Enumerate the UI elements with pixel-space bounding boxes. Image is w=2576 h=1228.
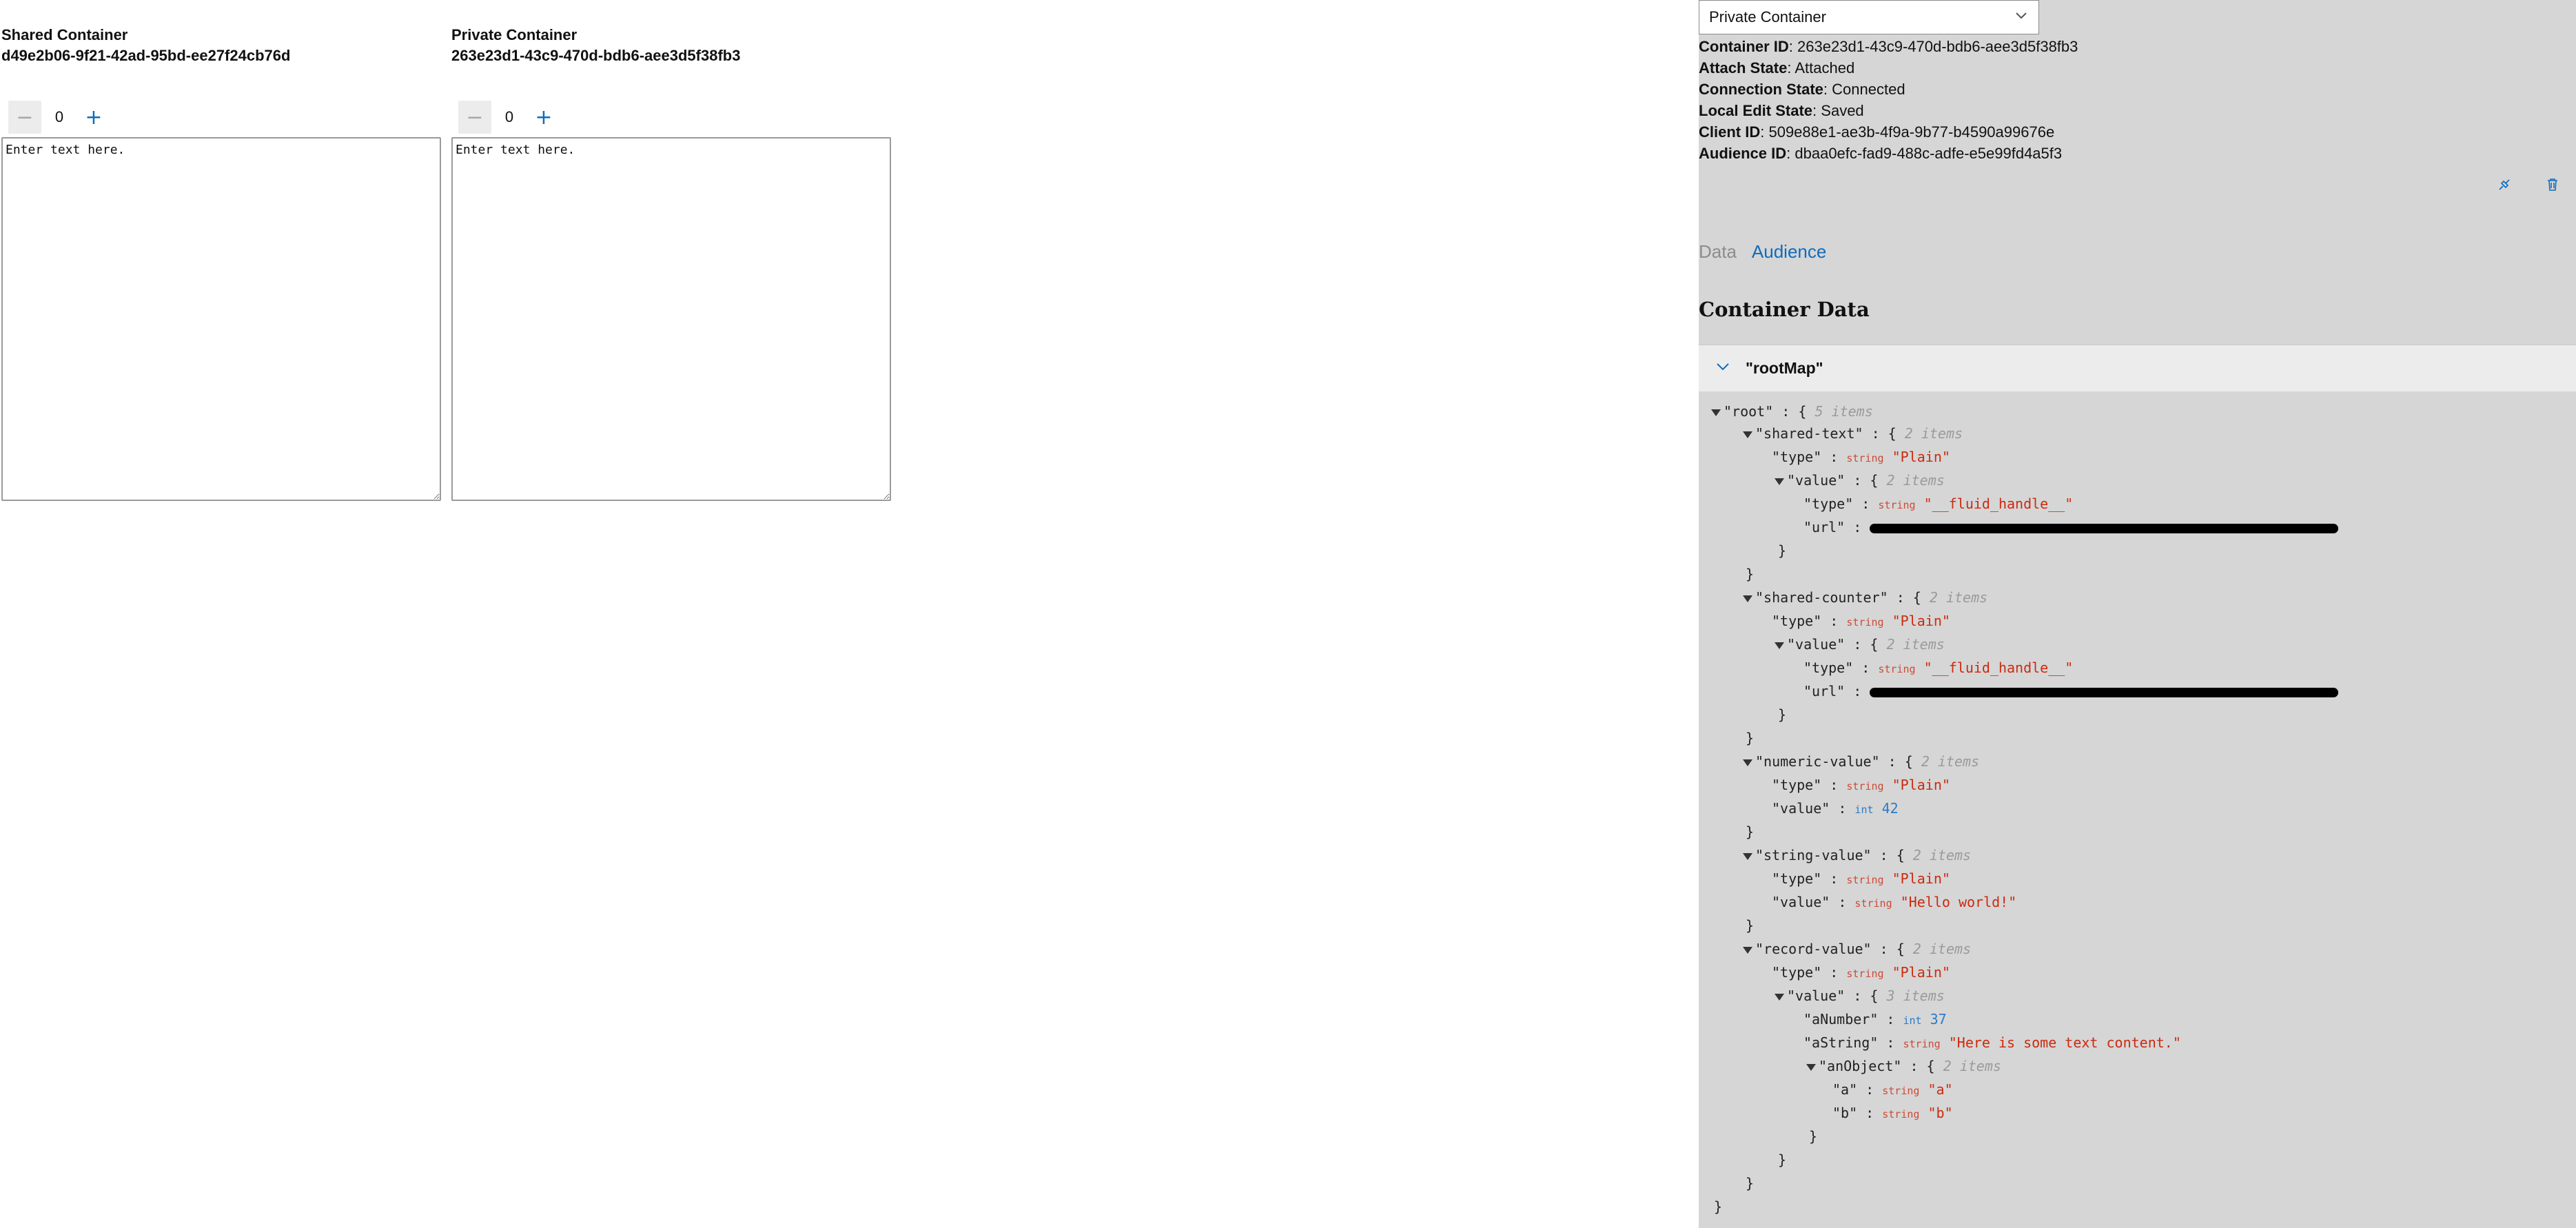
tree-close-brace: } bbox=[1778, 706, 1787, 723]
collapse-triangle-icon[interactable] bbox=[1775, 478, 1784, 485]
tree-close-brace: } bbox=[1746, 566, 1755, 582]
shared-increment-button[interactable]: + bbox=[77, 101, 110, 134]
client-id-value: 509e88e1-ae3b-4f9a-9b77-b4590a99676e bbox=[1768, 123, 2055, 141]
tree-leaf: "type" : string "Plain" bbox=[1772, 613, 1950, 629]
audience-id-value: dbaa0efc-fad9-488c-adfe-e5e99fd4a5f3 bbox=[1795, 145, 2063, 162]
tree-leaf: "a" : string "a" bbox=[1832, 1081, 1953, 1098]
shared-container-view: Shared Container d49e2b06-9f21-42ad-95bd… bbox=[1, 25, 442, 507]
tree-node-value: "value" : { 3 items bbox=[1775, 985, 1945, 1006]
collapse-triangle-icon[interactable] bbox=[1775, 642, 1784, 649]
disconnect-icon[interactable] bbox=[2495, 175, 2514, 194]
delete-icon[interactable] bbox=[2543, 175, 2562, 194]
private-text-editor[interactable] bbox=[451, 137, 891, 501]
section-title: Container Data bbox=[1699, 298, 1870, 321]
tree-node-value: "value" : { 2 items bbox=[1775, 634, 1945, 655]
tree-leaf: "type" : string "__fluid_handle__" bbox=[1803, 495, 2074, 512]
private-counter-value: 0 bbox=[504, 108, 514, 125]
info-row-local-edit-state: Local Edit State: Saved bbox=[1699, 102, 1864, 119]
tree-leaf: "value" : int 42 bbox=[1772, 800, 1899, 817]
tree-node-anobject: "anObject" : { 2 items bbox=[1806, 1056, 2001, 1076]
tree-leaf: "type" : string "Plain" bbox=[1772, 449, 1950, 465]
tab-data[interactable]: Data bbox=[1699, 241, 1737, 263]
connection-state-value: Connected bbox=[1832, 81, 1905, 98]
container-info: Container ID: 263e23d1-43c9-470d-bdb6-ae… bbox=[1699, 36, 2078, 164]
tree-leaf-url: "url" : bbox=[1803, 681, 2339, 702]
tree-close-brace: } bbox=[1809, 1128, 1818, 1145]
tree-close-brace: } bbox=[1746, 917, 1755, 934]
tree-leaf: "b" : string "b" bbox=[1832, 1105, 1953, 1121]
tree-node-record-value: "record-value" : { 2 items bbox=[1743, 939, 1971, 959]
tree-leaf: "type" : string "Plain" bbox=[1772, 870, 1950, 887]
tree-leaf: "aNumber" : int 37 bbox=[1803, 1011, 1947, 1027]
container-selector-dropdown[interactable]: Private Container bbox=[1699, 0, 2039, 34]
chevron-down-icon bbox=[1714, 359, 1735, 378]
local-edit-state-value: Saved bbox=[1821, 102, 1864, 119]
rootmap-accordion-header[interactable]: "rootMap" bbox=[1699, 345, 2576, 391]
info-row-client-id: Client ID: 509e88e1-ae3b-4f9a-9b77-b4590… bbox=[1699, 123, 2055, 141]
shared-counter-value: 0 bbox=[54, 108, 64, 125]
tree-leaf: "value" : string "Hello world!" bbox=[1772, 894, 2017, 910]
private-container-title: Private Container bbox=[451, 26, 577, 43]
tree-leaf: "type" : string "__fluid_handle__" bbox=[1803, 659, 2074, 676]
collapse-triangle-icon[interactable] bbox=[1743, 595, 1752, 602]
tree-close-brace: } bbox=[1746, 823, 1755, 840]
tree-leaf: "type" : string "Plain" bbox=[1772, 964, 1950, 981]
view-tabs: Data Audience bbox=[1699, 241, 1826, 263]
tree-node-numeric-value: "numeric-value" : { 2 items bbox=[1743, 751, 1979, 772]
private-counter-widget: − 0 + bbox=[458, 97, 560, 137]
devtools-panel: Private Container Container ID: 263e23d1… bbox=[1699, 0, 2576, 1228]
tree-node-value: "value" : { 2 items bbox=[1775, 470, 1945, 491]
shared-text-editor[interactable] bbox=[1, 137, 441, 501]
attach-state-value: Attached bbox=[1795, 59, 1855, 76]
collapse-triangle-icon[interactable] bbox=[1775, 993, 1784, 1001]
shared-container-id: d49e2b06-9f21-42ad-95bd-ee27f24cb76d bbox=[1, 47, 291, 64]
private-increment-button[interactable]: + bbox=[527, 101, 560, 134]
shared-container-title: Shared Container bbox=[1, 26, 128, 43]
redacted-url bbox=[1870, 687, 2339, 697]
tree-close-brace: } bbox=[1778, 542, 1787, 559]
tree-close-brace: } bbox=[1746, 1175, 1755, 1191]
private-container-view: Private Container 263e23d1-43c9-470d-bdb… bbox=[451, 25, 892, 507]
info-row-audience-id: Audience ID: dbaa0efc-fad9-488c-adfe-e5e… bbox=[1699, 145, 2063, 162]
shared-decrement-button[interactable]: − bbox=[8, 101, 41, 134]
container-actions bbox=[2495, 175, 2562, 194]
container-selector-value: Private Container bbox=[1709, 8, 1826, 25]
tree-close-brace: } bbox=[1746, 730, 1755, 746]
collapse-triangle-icon[interactable] bbox=[1743, 946, 1752, 954]
container-id-value: 263e23d1-43c9-470d-bdb6-aee3d5f38fb3 bbox=[1797, 38, 2078, 55]
tree-close-brace: } bbox=[1778, 1152, 1787, 1168]
tree-leaf-url: "url" : bbox=[1803, 517, 2339, 538]
tree-leaf: "aString" : string "Here is some text co… bbox=[1803, 1034, 2181, 1051]
tree-node-shared-counter: "shared-counter" : { 2 items bbox=[1743, 587, 1987, 608]
private-decrement-button[interactable]: − bbox=[458, 101, 491, 134]
private-container-id: 263e23d1-43c9-470d-bdb6-aee3d5f38fb3 bbox=[451, 47, 741, 64]
collapse-triangle-icon[interactable] bbox=[1743, 431, 1752, 438]
info-row-attach-state: Attach State: Attached bbox=[1699, 59, 1855, 76]
rootmap-label: "rootMap" bbox=[1746, 359, 1823, 377]
collapse-triangle-icon[interactable] bbox=[1711, 409, 1721, 416]
redacted-url bbox=[1870, 523, 2339, 533]
collapse-triangle-icon[interactable] bbox=[1743, 759, 1752, 766]
tree-node-root: "root" : { 5 items bbox=[1711, 401, 1873, 422]
chevron-down-icon bbox=[2014, 8, 2029, 27]
tree-node-shared-text: "shared-text" : { 2 items bbox=[1743, 423, 1963, 444]
info-row-container-id: Container ID: 263e23d1-43c9-470d-bdb6-ae… bbox=[1699, 38, 2078, 55]
tab-audience[interactable]: Audience bbox=[1752, 241, 1826, 263]
tree-close-brace: } bbox=[1714, 1198, 1723, 1215]
shared-counter-widget: − 0 + bbox=[8, 97, 110, 137]
collapse-triangle-icon[interactable] bbox=[1806, 1063, 1816, 1071]
collapse-triangle-icon[interactable] bbox=[1743, 852, 1752, 860]
tree-node-string-value: "string-value" : { 2 items bbox=[1743, 845, 1971, 866]
info-row-connection-state: Connection State: Connected bbox=[1699, 81, 1905, 98]
tree-leaf: "type" : string "Plain" bbox=[1772, 777, 1950, 793]
